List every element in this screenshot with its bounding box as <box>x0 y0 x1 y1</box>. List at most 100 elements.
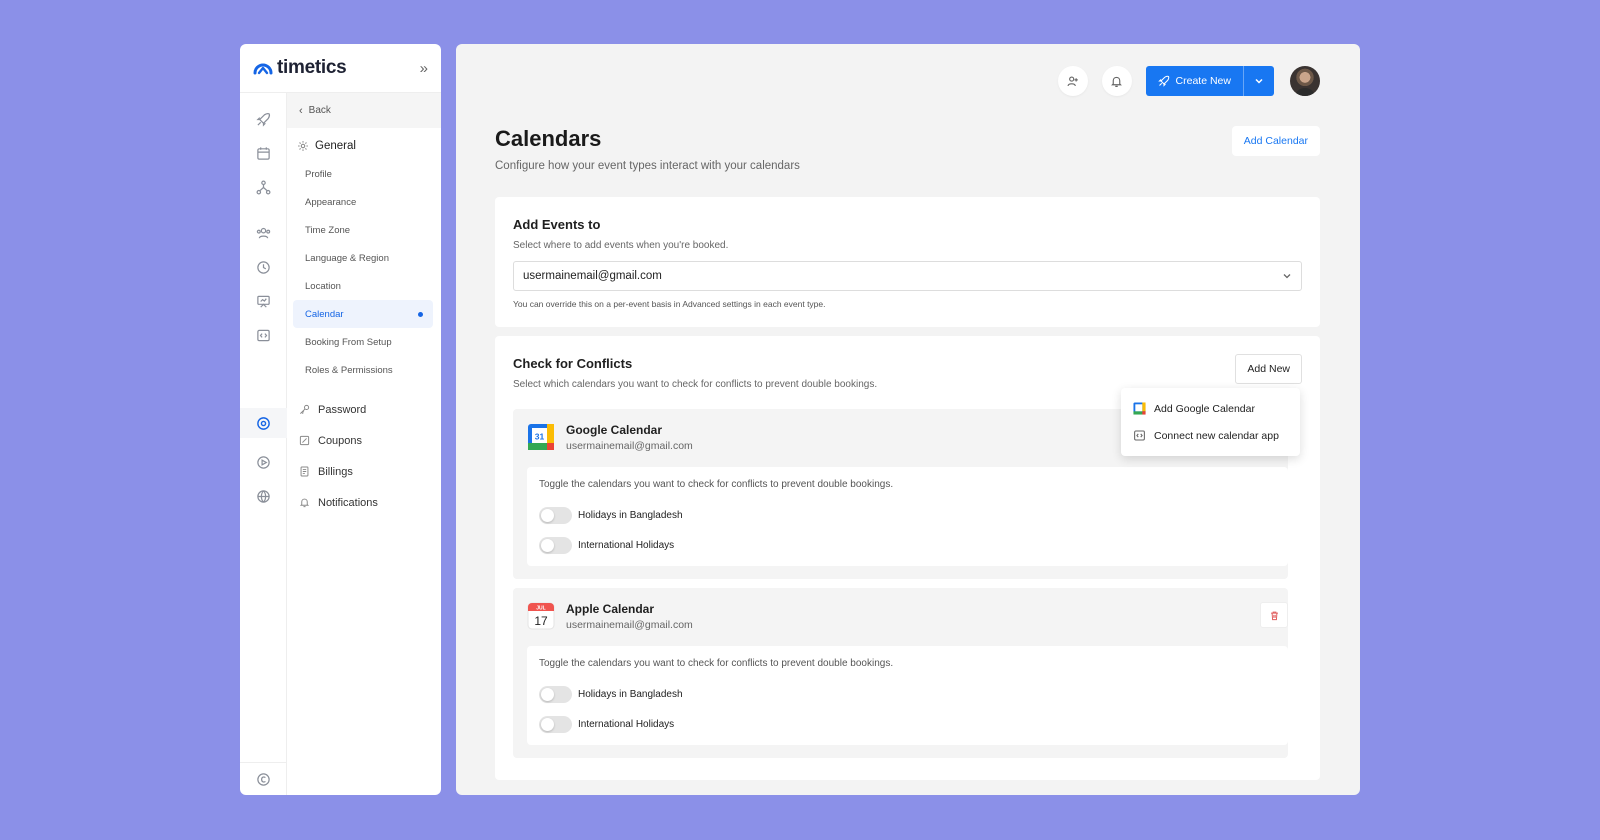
apple-calendar-month: JUL <box>536 606 545 612</box>
settings-groups: Password Coupons Billings Notifications <box>287 394 441 518</box>
create-new-label: Create New <box>1175 75 1231 87</box>
avatar[interactable] <box>1290 66 1320 96</box>
team-icon[interactable] <box>252 222 274 244</box>
sidebar-item-billings[interactable]: Billings <box>287 456 441 487</box>
page-subtitle: Configure how your event types interact … <box>495 160 800 172</box>
dropdown-item-label: Add Google Calendar <box>1154 402 1255 415</box>
notifications-button[interactable] <box>1101 66 1132 96</box>
create-new-dropdown-toggle[interactable] <box>1244 76 1274 86</box>
settings-icon[interactable] <box>252 412 274 434</box>
bell-icon <box>1111 76 1122 87</box>
sidebar-item-label: Calendar <box>305 308 344 320</box>
calendar-name: Apple Calendar <box>566 602 655 616</box>
calendar-name: Google Calendar <box>566 423 663 437</box>
sidebar-item-time-zone[interactable]: Time Zone <box>293 216 433 244</box>
collapse-sidebar-button[interactable]: » <box>420 60 428 77</box>
sidebar-item-location[interactable]: Location <box>293 272 433 300</box>
sidebar-item-label: Coupons <box>318 434 363 447</box>
general-submenu: Profile Appearance Time Zone Language & … <box>287 160 441 384</box>
sidebar-item-notifications[interactable]: Notifications <box>287 487 441 518</box>
add-new-button[interactable]: Add New <box>1235 354 1302 384</box>
calendar-email: usermainemail@gmail.com <box>566 619 693 631</box>
apple-calendar-icon: JUL 17 <box>527 602 555 630</box>
calendar-icon[interactable] <box>252 142 274 164</box>
delete-calendar-button[interactable] <box>1260 602 1288 628</box>
code-icon[interactable] <box>252 324 274 346</box>
google-calendar-icon: 31 <box>528 424 554 450</box>
sidebar-item-password[interactable]: Password <box>287 394 441 425</box>
toggle-label: Holidays in Bangladesh <box>578 689 683 700</box>
toggle-row: Holidays in Bangladesh <box>539 686 683 703</box>
dropdown-item-label: Connect new calendar app <box>1154 429 1279 442</box>
sidebar-item-label: Appearance <box>305 196 357 208</box>
sidebar: timetics » ‹ Back General Profile Appear… <box>240 44 441 795</box>
calendar-select[interactable]: usermainemail@gmail.com <box>513 261 1302 291</box>
settings-navigation: ‹ Back General Profile Appearance Time Z… <box>287 93 441 795</box>
sidebar-item-label: Roles & Permissions <box>305 364 393 376</box>
toggle-panel: Toggle the calendars you want to check f… <box>527 467 1288 566</box>
page-title: Calendars <box>495 126 602 151</box>
sidebar-item-coupons[interactable]: Coupons <box>287 425 441 456</box>
sidebar-item-language-region[interactable]: Language & Region <box>293 244 433 272</box>
toggle-row: International Holidays <box>539 537 674 554</box>
add-events-card: Add Events to Select where to add events… <box>495 197 1320 327</box>
conflicts-title: Check for Conflicts <box>513 356 633 371</box>
play-icon[interactable] <box>252 451 274 473</box>
google-calendar-icon <box>1133 402 1146 415</box>
rocket-icon[interactable] <box>252 108 274 130</box>
apple-calendar-day: 17 <box>534 614 548 628</box>
toggle-label: International Holidays <box>578 540 675 551</box>
toggle-label: Holidays in Bangladesh <box>578 510 683 521</box>
add-user-button[interactable] <box>1057 66 1088 96</box>
add-calendar-button[interactable]: Add Calendar <box>1231 126 1320 156</box>
calendar-email: usermainemail@gmail.com <box>566 440 693 452</box>
rail-divider <box>240 762 287 763</box>
gear-icon <box>298 141 308 151</box>
sidebar-item-label: Location <box>305 280 341 292</box>
international-holidays-toggle[interactable] <box>539 716 572 733</box>
sidebar-item-calendar[interactable]: Calendar <box>293 300 433 328</box>
globe-icon[interactable] <box>252 485 274 507</box>
sidebar-item-profile[interactable]: Profile <box>293 160 433 188</box>
create-new-main[interactable]: Create New <box>1146 66 1244 96</box>
chevron-down-icon <box>1283 274 1291 279</box>
bell-icon <box>299 498 310 508</box>
connect-calendar-app-option[interactable]: Connect new calendar app <box>1121 422 1300 449</box>
clock-icon[interactable] <box>252 256 274 278</box>
copyright-icon[interactable] <box>252 768 274 790</box>
toggle-panel: Toggle the calendars you want to check f… <box>527 646 1288 745</box>
add-events-title: Add Events to <box>513 217 601 232</box>
add-google-calendar-option[interactable]: Add Google Calendar <box>1121 395 1300 422</box>
sidebar-item-label: Billings <box>318 465 353 478</box>
general-section-header[interactable]: General <box>287 128 441 152</box>
google-calendar-logo-text: 31 <box>535 432 545 442</box>
code-icon <box>1134 430 1145 441</box>
billing-icon <box>300 466 309 477</box>
sidebar-item-appearance[interactable]: Appearance <box>293 188 433 216</box>
toggle-instructions: Toggle the calendars you want to check f… <box>539 479 894 490</box>
holidays-bangladesh-toggle[interactable] <box>539 686 572 703</box>
conflicts-subtitle: Select which calendars you want to check… <box>513 379 878 390</box>
icon-rail <box>240 93 287 795</box>
create-new-button[interactable]: Create New <box>1145 66 1274 96</box>
timetics-logo-icon <box>253 63 273 75</box>
add-user-icon <box>1067 75 1078 86</box>
presentation-icon[interactable] <box>252 290 274 312</box>
sidebar-item-label: Notifications <box>318 496 378 509</box>
back-label: Back <box>308 105 331 116</box>
chevron-down-icon <box>1255 78 1263 84</box>
toggle-row: International Holidays <box>539 716 674 733</box>
sidebar-item-label: Language & Region <box>305 252 389 264</box>
sidebar-item-roles-permissions[interactable]: Roles & Permissions <box>293 356 433 384</box>
back-button[interactable]: ‹ Back <box>287 93 441 128</box>
apple-calendar-block: JUL 17 Apple Calendar usermainemail@gmai… <box>513 588 1288 758</box>
international-holidays-toggle[interactable] <box>539 537 572 554</box>
sidebar-item-label: Password <box>318 403 367 416</box>
sidebar-item-label: Time Zone <box>305 224 351 236</box>
holidays-bangladesh-toggle[interactable] <box>539 507 572 524</box>
toggle-row: Holidays in Bangladesh <box>539 507 683 524</box>
sidebar-item-booking-form-setup[interactable]: Booking From Setup <box>293 328 433 356</box>
network-icon[interactable] <box>252 176 274 198</box>
main-content: Create New Calendars Configure how your … <box>456 44 1360 795</box>
sidebar-item-label: Profile <box>305 168 332 180</box>
